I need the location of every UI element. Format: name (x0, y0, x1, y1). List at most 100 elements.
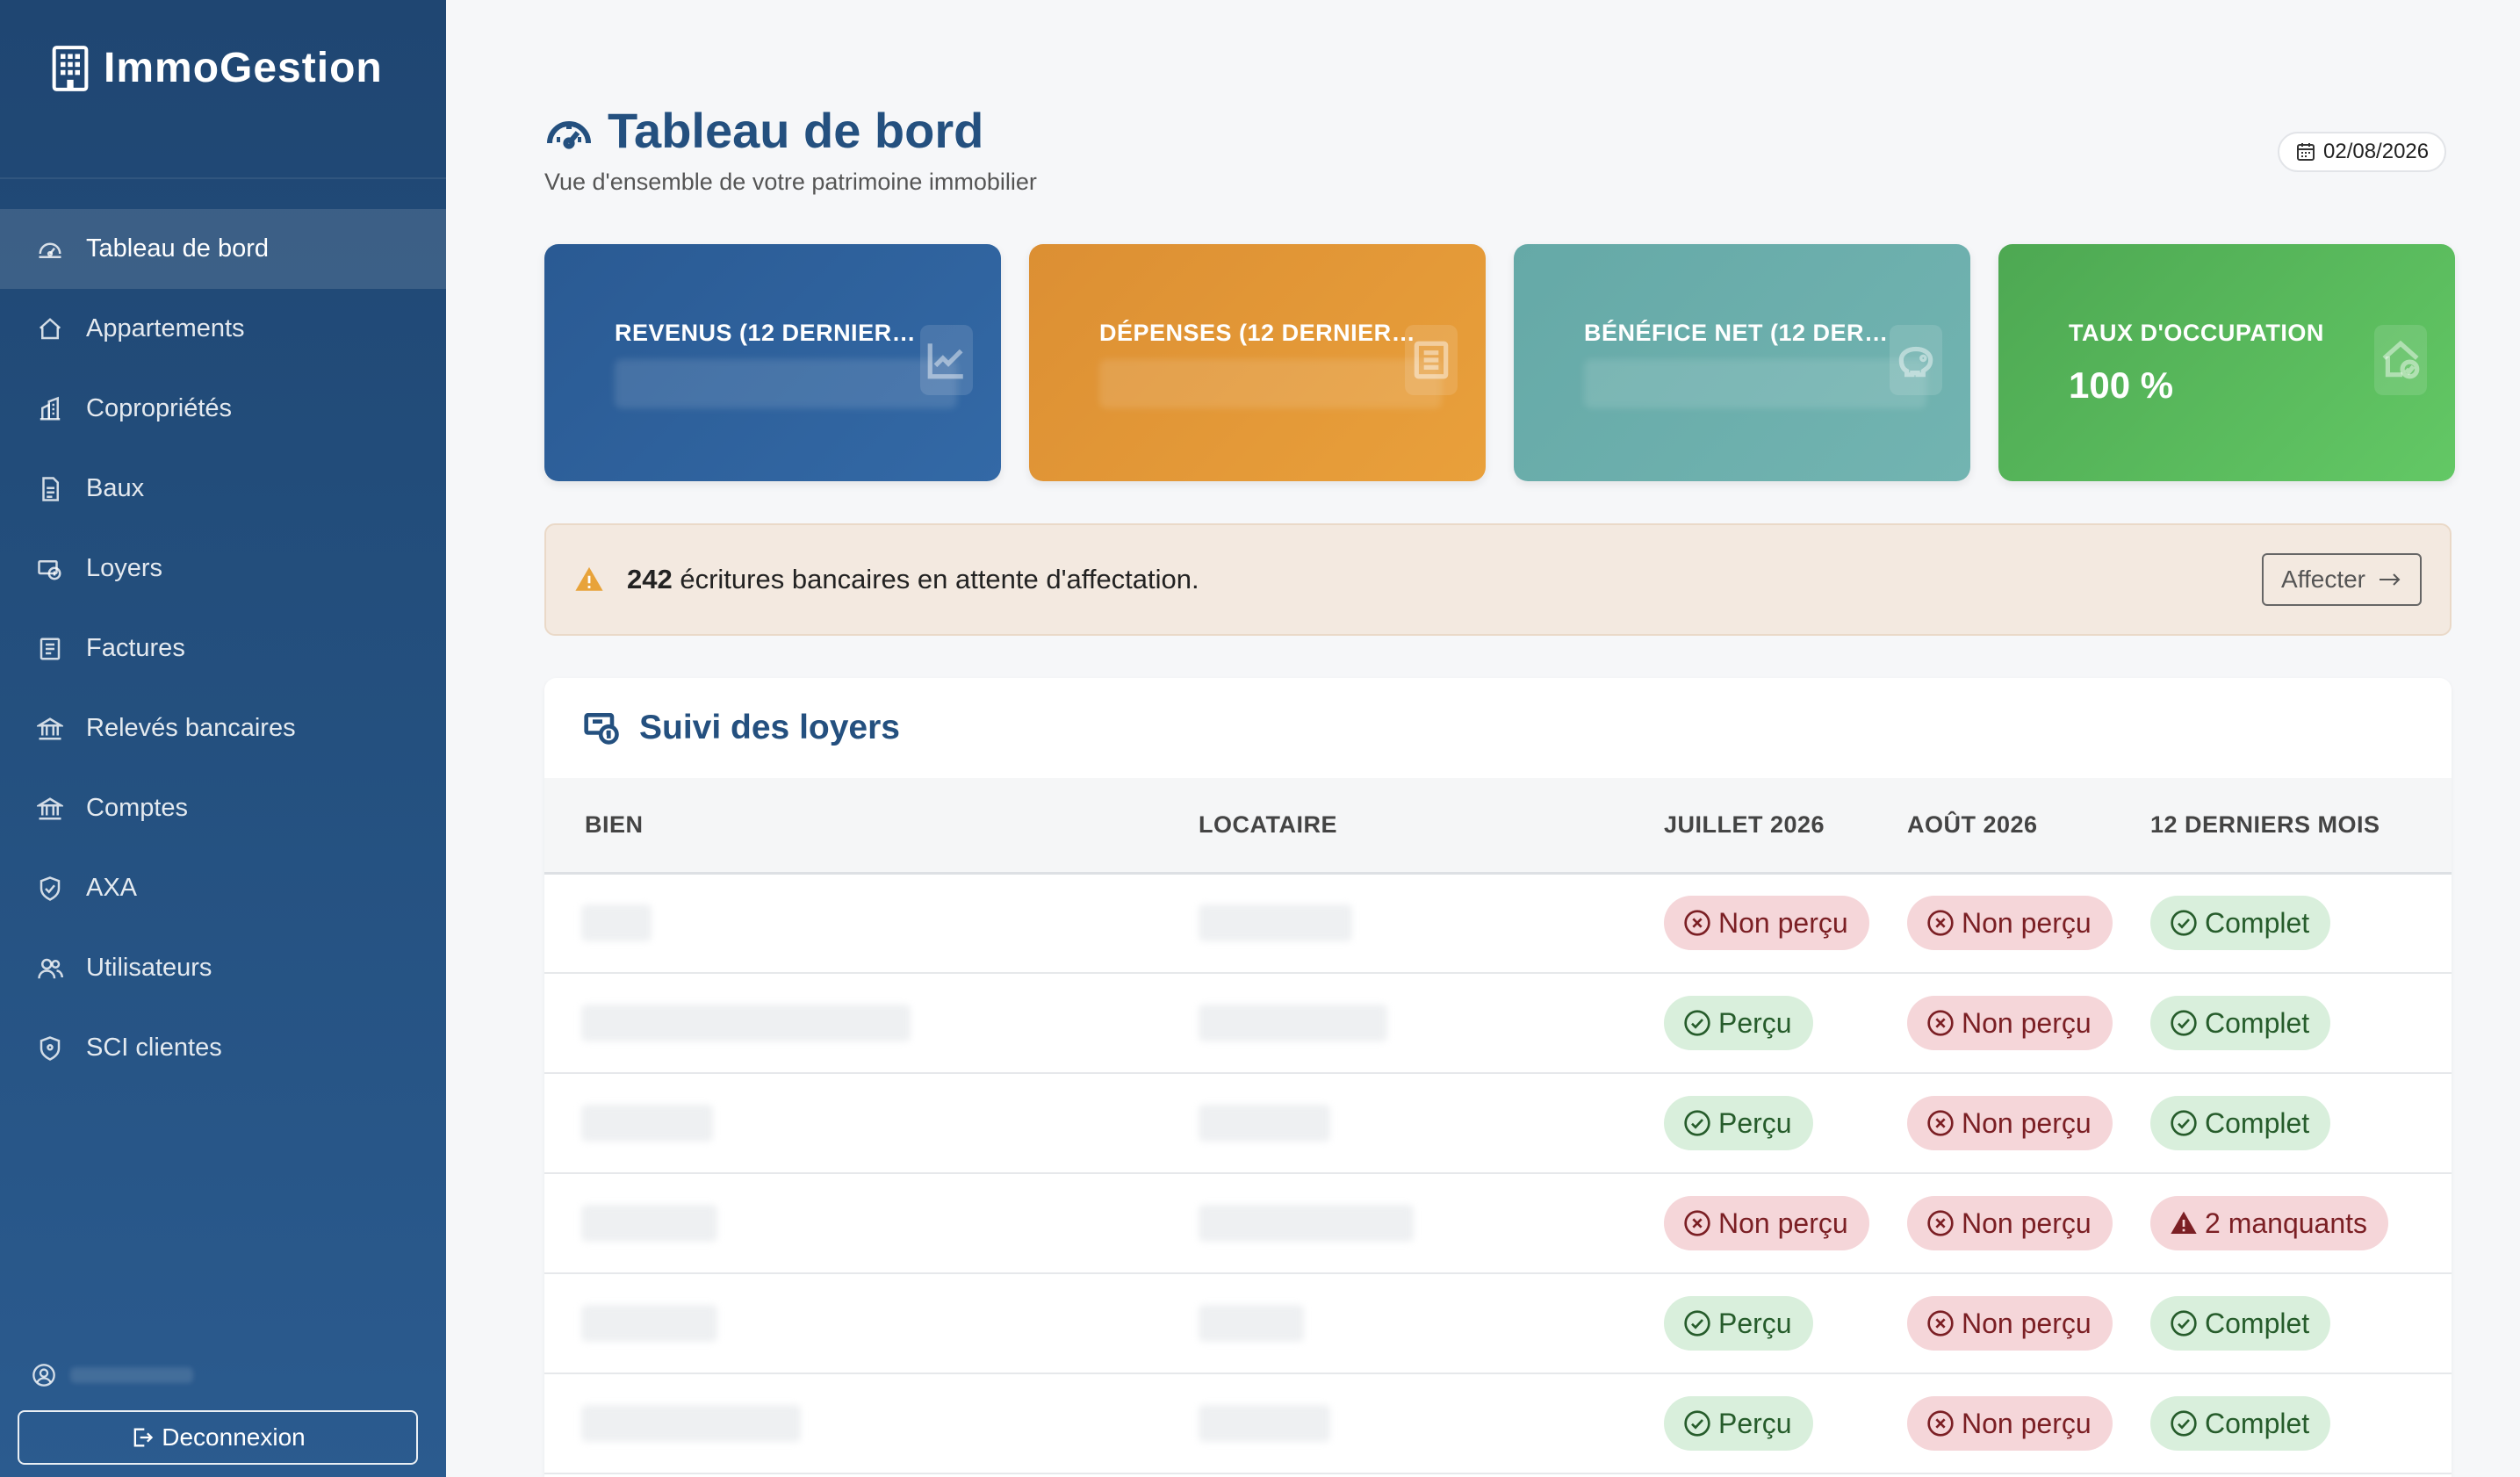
cell-12-mois: Complet (2150, 1373, 2452, 1473)
cell-bien (544, 1173, 1199, 1273)
status-label: 2 manquants (2205, 1207, 2368, 1239)
cell-aout: Non perçu (1907, 1173, 2150, 1273)
status-badge: Non perçu (1907, 1396, 2113, 1451)
redacted-text (581, 1105, 713, 1142)
redacted-text (581, 904, 652, 942)
sidebar-item-label: SCI clientes (86, 1034, 222, 1062)
card-label: BÉNÉFICE NET (12 DERNIERS MOIS) (1584, 320, 1900, 346)
table-row[interactable]: Perçu Non perçu Complet (544, 1373, 2452, 1473)
user-name-redacted (70, 1367, 193, 1383)
card-label: REVENUS (12 DERNIERS MOIS) (615, 320, 931, 346)
redacted-text (581, 1405, 801, 1442)
status-badge: Non perçu (1664, 1196, 1869, 1250)
cell-bien (544, 1373, 1199, 1473)
column-header-aout[interactable]: AOÛT 2026 (1907, 778, 2150, 873)
logout-icon (133, 1428, 154, 1447)
redacted-text (1199, 1205, 1414, 1242)
card-benefice-net: BÉNÉFICE NET (12 DERNIERS MOIS) (1514, 244, 1970, 481)
main-content: Tableau de bord Vue d'ensemble de votre … (446, 0, 2520, 1477)
status-label: Non perçu (1962, 1307, 2092, 1339)
sidebar-item-baux[interactable]: Baux (0, 449, 446, 529)
bank-entries-alert: 242 écritures bancaires en attente d'aff… (544, 523, 2452, 636)
page-title-text: Tableau de bord (608, 103, 984, 158)
table-row[interactable]: Non perçu Non perçu 2 manquants (544, 1173, 2452, 1273)
sidebar-item-tableau-de-bord[interactable]: Tableau de bord (0, 209, 446, 289)
shield-icon (35, 1034, 65, 1063)
status-label: Complet (2205, 1106, 2310, 1139)
card-value-redacted (615, 359, 957, 408)
status-badge: Complet (2150, 1396, 2331, 1451)
shield-check-icon (35, 874, 65, 904)
status-badge: Complet (2150, 1296, 2331, 1351)
building-icon (35, 394, 65, 424)
sidebar-item-axa[interactable]: AXA (0, 848, 446, 928)
cell-locataire (1199, 873, 1664, 973)
status-label: Perçu (1718, 1407, 1792, 1439)
cash-icon (35, 554, 65, 584)
house-check-icon (2374, 325, 2427, 395)
cell-aout: Non perçu (1907, 873, 2150, 973)
sidebar-item-factures[interactable]: Factures (0, 609, 446, 688)
sidebar-item-label: Baux (86, 474, 145, 502)
status-label: Complet (2205, 1307, 2310, 1339)
logout-button[interactable]: Deconnexion (18, 1410, 418, 1465)
cell-aout: Non perçu (1907, 1073, 2150, 1173)
panel-title: Suivi des loyers (639, 709, 900, 746)
status-badge: Complet (2150, 996, 2331, 1050)
check-circle-icon (2171, 1010, 2197, 1036)
status-badge: Complet (2150, 1096, 2331, 1150)
dashboard-icon (35, 234, 65, 264)
redacted-text (581, 1305, 717, 1342)
sidebar-item-comptes[interactable]: Comptes (0, 768, 446, 848)
alert-text: 242 écritures bancaires en attente d'aff… (627, 564, 1199, 595)
check-circle-icon (1684, 1010, 1710, 1036)
dashboard-icon (547, 120, 591, 149)
sidebar-item-appartements[interactable]: Appartements (0, 289, 446, 369)
cell-bien (544, 1073, 1199, 1173)
table-row[interactable]: Perçu Non perçu Complet (544, 1273, 2452, 1373)
status-label: Complet (2205, 1407, 2310, 1439)
check-circle-icon (2171, 910, 2197, 936)
table-row[interactable]: Non perçu Non perçu Complet (544, 873, 2452, 973)
redacted-text (1199, 904, 1352, 942)
user-circle-icon (32, 1364, 55, 1387)
x-circle-icon (1684, 910, 1710, 936)
x-circle-icon (1684, 1210, 1710, 1236)
column-header-juillet[interactable]: JUILLET 2026 (1664, 778, 1907, 873)
building-icon (52, 46, 89, 91)
sidebar-item-coproprietes[interactable]: Copropriétés (0, 369, 446, 449)
x-circle-icon (1927, 1410, 1954, 1437)
redacted-text (1199, 1105, 1330, 1142)
current-user[interactable] (32, 1363, 193, 1387)
x-circle-icon (1927, 910, 1954, 936)
sidebar-item-label: Tableau de bord (86, 234, 269, 263)
sidebar-item-sci-clientes[interactable]: SCI clientes (0, 1008, 446, 1088)
card-taux-occupation: TAUX D'OCCUPATION 100 % (1998, 244, 2455, 481)
status-badge: Perçu (1664, 996, 1813, 1050)
table-row[interactable]: Perçu Non perçu Complet (544, 1073, 2452, 1173)
column-header-locataire[interactable]: LOCATAIRE (1199, 778, 1664, 873)
cell-bien (544, 1273, 1199, 1373)
table-row[interactable]: Perçu Non perçu Complet (544, 973, 2452, 1073)
brand[interactable]: ImmoGestion (0, 0, 446, 179)
sidebar-item-loyers[interactable]: Loyers (0, 529, 446, 609)
column-header-12-mois[interactable]: 12 DERNIERS MOIS (2150, 778, 2452, 873)
sidebar-item-utilisateurs[interactable]: Utilisateurs (0, 928, 446, 1008)
check-circle-icon (2171, 1410, 2197, 1437)
cell-aout: Non perçu (1907, 1273, 2150, 1373)
column-header-bien[interactable]: BIEN (544, 778, 1199, 873)
status-badge: 2 manquants (2150, 1196, 2389, 1250)
status-badge: Perçu (1664, 1296, 1813, 1351)
assign-button[interactable]: Affecter (2262, 553, 2422, 606)
rent-tracking-panel: Suivi des loyers BIEN LOCATAIRE JUILLET … (544, 678, 2452, 1477)
status-badge: Non perçu (1907, 1296, 2113, 1351)
date-text: 02/08/2026 (2323, 140, 2430, 163)
cell-juillet: Perçu (1664, 1073, 1907, 1173)
redacted-text (1199, 1305, 1304, 1342)
status-badge: Non perçu (1907, 996, 2113, 1050)
check-circle-icon (1684, 1410, 1710, 1437)
sidebar-item-releves-bancaires[interactable]: Relevés bancaires (0, 688, 446, 768)
redacted-text (1199, 1405, 1330, 1442)
cell-juillet: Non perçu (1664, 873, 1907, 973)
alert-message: écritures bancaires en attente d'affecta… (680, 564, 1199, 594)
